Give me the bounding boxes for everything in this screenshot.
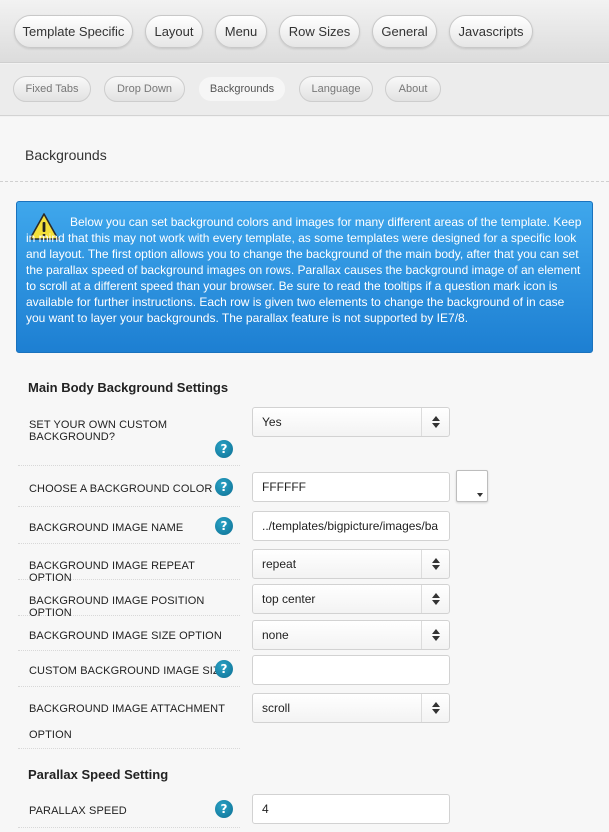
row-parallax-speed: PARALLAX SPEED ? (18, 792, 240, 828)
label-attachment-cont: OPTION (29, 729, 72, 741)
input-parallax-speed[interactable]: 4 (252, 794, 450, 824)
row-attachment: BACKGROUND IMAGE ATTACHMENT OPTION (18, 687, 240, 749)
chevron-down-icon (477, 493, 483, 497)
label-custom-size: CUSTOM BACKGROUND IMAGE SIZE (29, 665, 228, 677)
top-tab-bar: Template Specific Layout Menu Row Sizes … (0, 0, 609, 63)
help-icon[interactable]: ? (215, 517, 233, 535)
label-background-color: CHOOSE A BACKGROUND COLOR (29, 483, 213, 495)
info-box: Below you can set background colors and … (16, 201, 593, 353)
page-title: Backgrounds (25, 147, 107, 163)
help-icon[interactable]: ? (215, 478, 233, 496)
tab-drop-down[interactable]: Drop Down (104, 76, 185, 102)
info-text: Below you can set background colors and … (26, 215, 582, 325)
select-arrows-icon (421, 621, 449, 649)
select-value: scroll (262, 701, 291, 715)
row-background-color: CHOOSE A BACKGROUND COLOR ? (18, 466, 240, 507)
input-custom-size[interactable] (252, 655, 450, 685)
row-background-image: BACKGROUND IMAGE NAME ? (18, 507, 240, 544)
row-position: BACKGROUND IMAGE POSITION OPTION (18, 580, 240, 619)
help-icon[interactable]: ? (215, 800, 233, 818)
tab-javascripts[interactable]: Javascripts (449, 15, 533, 48)
row-custom-size: CUSTOM BACKGROUND IMAGE SIZE ? (18, 651, 240, 687)
section-main-body-heading: Main Body Background Settings (28, 380, 229, 395)
help-icon[interactable]: ? (215, 440, 233, 458)
select-arrows-icon (421, 550, 449, 578)
input-background-color[interactable]: FFFFFF (252, 472, 450, 502)
label-custom-background: SET YOUR OWN CUSTOM BACKGROUND? (29, 419, 168, 443)
tab-fixed-tabs[interactable]: Fixed Tabs (13, 76, 91, 102)
sub-tab-bar: Fixed Tabs Drop Down Backgrounds Languag… (0, 64, 609, 116)
label-size: BACKGROUND IMAGE SIZE OPTION (29, 630, 222, 642)
title-divider (0, 181, 609, 182)
input-background-image[interactable]: ../templates/bigpicture/images/ba (252, 511, 450, 541)
select-value: Yes (262, 415, 282, 429)
select-value: repeat (262, 557, 297, 571)
help-icon[interactable]: ? (215, 660, 233, 678)
label-parallax-speed: PARALLAX SPEED (29, 805, 127, 817)
color-swatch-button[interactable] (456, 470, 488, 502)
tab-template-specific[interactable]: Template Specific (14, 15, 133, 48)
select-size[interactable]: none (252, 620, 450, 650)
settings-panel: Backgrounds Below you can set background… (0, 117, 609, 832)
select-repeat[interactable]: repeat (252, 549, 450, 579)
label-attachment: BACKGROUND IMAGE ATTACHMENT (29, 703, 226, 715)
tab-general[interactable]: General (372, 15, 437, 48)
row-repeat: BACKGROUND IMAGE REPEAT OPTION (18, 544, 240, 584)
select-arrows-icon (421, 585, 449, 613)
tab-language[interactable]: Language (299, 76, 373, 102)
tab-menu[interactable]: Menu (215, 15, 267, 48)
select-custom-background[interactable]: Yes (252, 407, 450, 437)
row-custom-background: SET YOUR OWN CUSTOM BACKGROUND? ? (18, 402, 240, 466)
select-arrows-icon (421, 694, 449, 722)
select-value: none (262, 628, 289, 642)
tab-backgrounds[interactable]: Backgrounds (198, 76, 286, 102)
tab-layout[interactable]: Layout (145, 15, 203, 48)
row-size: BACKGROUND IMAGE SIZE OPTION (18, 616, 240, 651)
select-value: top center (262, 592, 316, 606)
select-attachment[interactable]: scroll (252, 693, 450, 723)
select-arrows-icon (421, 408, 449, 436)
label-background-image: BACKGROUND IMAGE NAME (29, 522, 184, 534)
tab-about[interactable]: About (385, 76, 441, 102)
section-parallax-heading: Parallax Speed Setting (28, 767, 169, 782)
select-position[interactable]: top center (252, 584, 450, 614)
tab-row-sizes[interactable]: Row Sizes (279, 15, 360, 48)
